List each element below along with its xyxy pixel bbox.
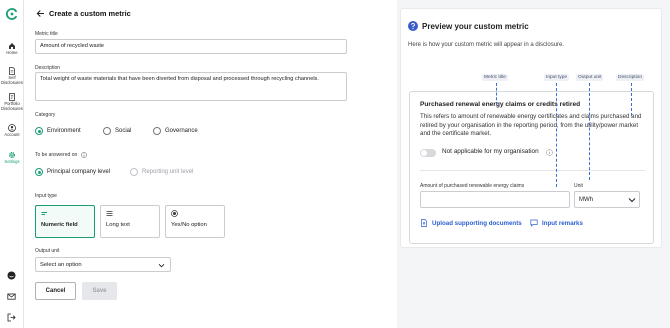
- sidebar-item-self-disclosures[interactable]: Self Disclosures: [0, 67, 24, 86]
- amount-label: Amount of purchased renewable energy cla…: [420, 183, 525, 189]
- sidebar-item-account[interactable]: Account: [0, 124, 24, 138]
- upload-link-label: Upload supporting documents: [432, 219, 522, 227]
- answered-on-label: To be answered on: [35, 152, 78, 158]
- document-icon: [9, 67, 15, 75]
- category-label: Category: [35, 112, 56, 118]
- metric-title-label: Metric title: [35, 31, 58, 37]
- numeric-field-icon: [41, 212, 47, 215]
- remarks-link-label: Input remarks: [542, 219, 583, 227]
- connector-input-type: [556, 83, 557, 187]
- sidebar: Home Self Disclosures Portfolio Disclosu…: [0, 0, 24, 328]
- input-type-numeric-field[interactable]: Numeric field: [35, 205, 95, 238]
- radio-label: Governance: [165, 128, 198, 134]
- sidebar-item-settings[interactable]: Settings: [0, 151, 24, 165]
- cancel-button[interactable]: Cancel: [35, 282, 76, 300]
- radio-label: Environment: [47, 128, 81, 134]
- preview-header: Preview your custom metric: [408, 21, 529, 31]
- radio-button-icon: [171, 210, 178, 217]
- upload-supporting-documents-link[interactable]: Upload supporting documents: [420, 219, 522, 227]
- connector-description: [631, 83, 632, 116]
- input-type-label: Input type: [35, 193, 57, 199]
- input-type-card-label: Long text: [106, 222, 130, 228]
- output-unit-select[interactable]: Select an option: [35, 257, 171, 272]
- output-unit-label: Output unit: [35, 248, 60, 254]
- sidebar-item-label: Account: [4, 132, 20, 137]
- help-chat-icon[interactable]: [7, 271, 16, 280]
- sidebar-item-label: Home: [6, 50, 18, 55]
- page-title: Create a custom metric: [49, 9, 131, 18]
- unit-label: Unit: [574, 183, 583, 189]
- save-button[interactable]: Save: [82, 282, 117, 300]
- app-logo-icon[interactable]: [6, 8, 18, 20]
- output-unit-placeholder: Select an option: [40, 262, 82, 268]
- input-type-card-label: Numeric field: [41, 222, 78, 228]
- portfolio-icon: [9, 93, 15, 101]
- upload-document-icon: [421, 219, 427, 227]
- answered-on-label-row: To be answered on: [35, 152, 88, 158]
- mail-icon[interactable]: [7, 292, 16, 301]
- preview-subtitle: Here is how your custom metric will appe…: [408, 42, 565, 48]
- tag-metric-title: Metric title: [482, 74, 508, 81]
- info-icon[interactable]: [546, 149, 553, 156]
- preview-metric-card: Purchased renewal energy claims or credi…: [409, 91, 654, 244]
- divider: [420, 170, 645, 171]
- preview-title: Preview your custom metric: [422, 21, 529, 31]
- answered-option-reporting-unit[interactable]: Reporting unit level: [130, 168, 193, 176]
- chevron-down-icon: [158, 263, 165, 268]
- comment-icon: [530, 219, 538, 227]
- custom-metric-form: Create a custom metric Metric title Amou…: [24, 0, 397, 328]
- gear-icon: [8, 151, 16, 159]
- preview-panel: Preview your custom metric Here is how y…: [400, 8, 662, 248]
- radio-icon: [153, 127, 161, 135]
- page-header: Create a custom metric: [36, 9, 131, 18]
- not-applicable-label: Not applicable for my organisation: [442, 148, 539, 155]
- amount-input[interactable]: [420, 191, 570, 208]
- category-option-social[interactable]: Social: [103, 127, 131, 135]
- description-label: Description: [35, 65, 61, 71]
- user-icon: [8, 124, 16, 132]
- input-type-long-text[interactable]: Long text: [100, 205, 160, 238]
- radio-selected-icon: [35, 127, 43, 135]
- description-textarea[interactable]: Total weight of waste materials that hav…: [35, 72, 347, 101]
- unit-select[interactable]: MWh: [574, 191, 640, 208]
- radio-icon: [130, 168, 138, 176]
- home-icon: [9, 43, 15, 49]
- connector-metric-title: [496, 83, 497, 105]
- input-type-yes-no-option[interactable]: Yes/No option: [165, 205, 225, 238]
- help-icon: [408, 21, 418, 31]
- sidebar-item-portfolio-disclosures[interactable]: Portfolio Disclosures: [0, 93, 24, 112]
- input-remarks-link[interactable]: Input remarks: [530, 219, 583, 227]
- sidebar-item-label: Portfolio Disclosures: [1, 101, 23, 111]
- radio-icon: [103, 127, 111, 135]
- category-option-governance[interactable]: Governance: [153, 127, 198, 135]
- metric-title-input[interactable]: Amount of recycled waste: [35, 39, 347, 54]
- input-type-card-label: Yes/No option: [171, 222, 207, 228]
- radio-label: Social: [115, 128, 132, 134]
- tag-input-type: Input type: [544, 74, 570, 81]
- radio-selected-icon: [35, 168, 43, 176]
- radio-label: Reporting unit level: [142, 169, 194, 175]
- preview-card-description: This refers to amount of renewable energ…: [420, 113, 642, 138]
- logout-icon[interactable]: [7, 313, 16, 322]
- not-applicable-toggle[interactable]: [420, 149, 436, 157]
- chevron-down-icon: [628, 198, 636, 203]
- connector-output-unit: [589, 83, 590, 180]
- long-text-icon: [106, 211, 113, 216]
- sidebar-item-label: Settings: [4, 159, 20, 164]
- answered-option-principal-company[interactable]: Principal company level: [35, 168, 110, 176]
- sidebar-item-home[interactable]: Home: [0, 42, 24, 56]
- info-icon[interactable]: [81, 152, 88, 158]
- unit-value: MWh: [579, 197, 593, 203]
- radio-label: Principal company level: [47, 169, 111, 175]
- tag-output-unit: Output unit: [576, 74, 604, 81]
- sidebar-item-label: Self Disclosures: [1, 75, 23, 85]
- category-option-environment[interactable]: Environment: [35, 127, 81, 135]
- tag-description: Description: [616, 74, 644, 81]
- back-arrow-icon[interactable]: [36, 9, 45, 18]
